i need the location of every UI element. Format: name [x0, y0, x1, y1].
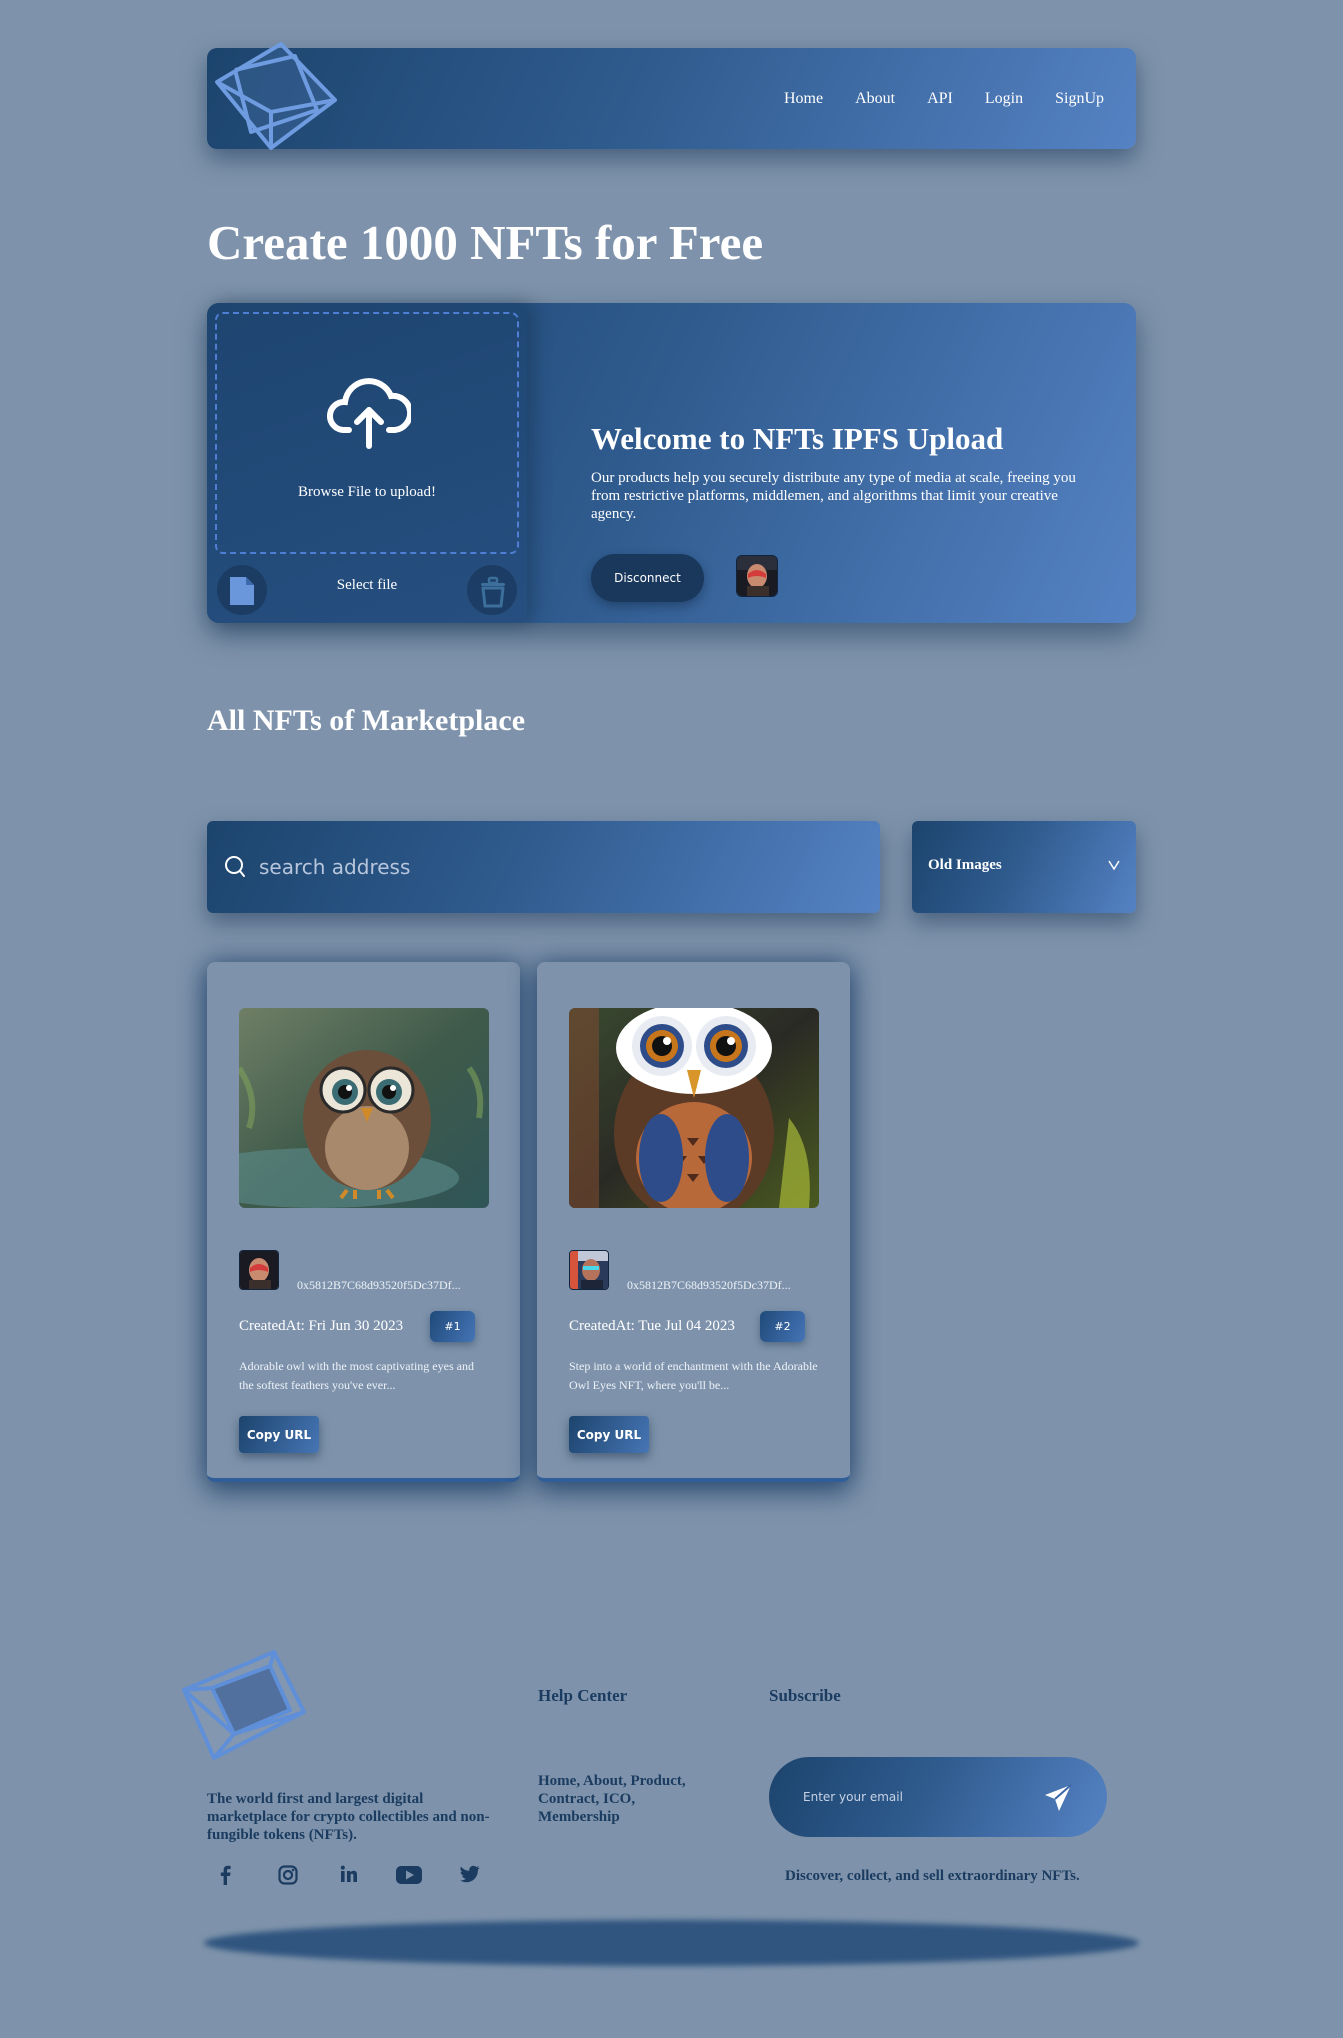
nav-link-signup[interactable]: SignUp — [1055, 90, 1104, 108]
help-center-title: Help Center — [538, 1686, 628, 1705]
trash-icon — [481, 576, 505, 608]
file-bar: Select file — [207, 555, 527, 623]
twitter-icon[interactable] — [460, 1865, 480, 1883]
welcome-text: Our products help you securely distribut… — [591, 470, 1076, 522]
youtube-icon[interactable] — [396, 1865, 422, 1885]
browse-file-label: Browse File to upload! — [298, 484, 436, 500]
creator-avatar — [569, 1250, 609, 1290]
instagram-icon[interactable] — [278, 1865, 298, 1885]
creator-address: 0x5812B7C68d93520f5Dc37Df... — [627, 1278, 791, 1292]
filter-selected-value: Old Images — [928, 857, 1002, 873]
nft-card: 0x5812B7C68d93520f5Dc37Df... CreatedAt: … — [207, 962, 520, 1482]
creator-address: 0x5812B7C68d93520f5Dc37Df... — [297, 1278, 461, 1292]
hero-title: Create 1000 NFTs for Free — [207, 215, 764, 270]
nav-link-login[interactable]: Login — [985, 90, 1023, 108]
nft-image-owl-big-eyes[interactable] — [569, 1008, 819, 1208]
upload-box: Browse File to upload! Select file — [207, 303, 527, 623]
welcome-title: Welcome to NFTs IPFS Upload — [591, 421, 1004, 456]
search-bar — [207, 821, 880, 913]
linkedin-icon[interactable] — [340, 1865, 358, 1883]
nft-image-owl-glasses[interactable] — [239, 1008, 489, 1208]
nav-link-about[interactable]: About — [855, 90, 895, 108]
subscribe-box — [769, 1757, 1107, 1837]
subscribe-title: Subscribe — [769, 1686, 841, 1705]
marketplace-title: All NFTs of Marketplace — [207, 704, 526, 737]
image-filter-select[interactable]: Old Images — [912, 821, 1136, 913]
creator-avatar — [239, 1250, 279, 1290]
copy-url-button[interactable]: Copy URL — [569, 1416, 649, 1453]
cube-logo-icon[interactable] — [178, 1646, 308, 1766]
disconnect-button[interactable]: Disconnect — [591, 554, 704, 602]
upload-panel: Browse File to upload! Select file Welco… — [207, 303, 1136, 623]
email-input[interactable] — [803, 1779, 1023, 1815]
facebook-icon[interactable] — [218, 1865, 232, 1885]
cube-logo-icon[interactable] — [209, 40, 339, 160]
token-id-badge: #1 — [430, 1311, 475, 1342]
cloud-upload-icon — [327, 378, 411, 449]
copy-url-button[interactable]: Copy URL — [239, 1416, 319, 1453]
help-center-links[interactable]: Home, About, Product, Contract, ICO, Mem… — [538, 1772, 718, 1826]
chevron-down-icon — [1108, 860, 1120, 870]
nft-card: 0x5812B7C68d93520f5Dc37Df... CreatedAt: … — [537, 962, 850, 1482]
file-drop-area[interactable]: Browse File to upload! — [215, 312, 519, 554]
delete-file-button[interactable] — [467, 565, 517, 615]
created-date: CreatedAt: Fri Jun 30 2023 — [239, 1318, 404, 1334]
main-nav: Home About API Login SignUp — [784, 48, 1104, 149]
nav-link-home[interactable]: Home — [784, 90, 823, 108]
created-date: CreatedAt: Tue Jul 04 2023 — [569, 1318, 735, 1334]
nav-link-api[interactable]: API — [927, 90, 953, 108]
footer-slogan: Discover, collect, and sell extraordinar… — [785, 1868, 1080, 1884]
search-icon — [225, 856, 245, 877]
search-address-input[interactable] — [259, 843, 859, 891]
user-avatar[interactable] — [736, 555, 778, 597]
footer-tagline: The world first and largest digital mark… — [207, 1791, 490, 1843]
nft-description: Step into a world of enchantment with th… — [569, 1359, 818, 1392]
footer-shadow-divider — [204, 1920, 1139, 1966]
send-icon[interactable] — [1043, 1783, 1073, 1813]
navbar: Home About API Login SignUp — [207, 42, 1136, 150]
nft-description: Adorable owl with the most captivating e… — [239, 1359, 474, 1392]
token-id-badge: #2 — [760, 1311, 805, 1342]
